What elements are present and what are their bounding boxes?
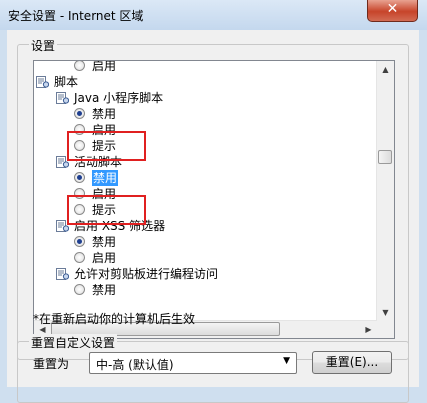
radio-button[interactable] — [74, 61, 85, 71]
reset-group-label: 重置自定义设置 — [29, 334, 118, 351]
tree-item-label: 启用 — [92, 60, 117, 73]
settings-tree[interactable]: 启用 脚本 Java 小程序脚本 禁用 启用 提示 活动脚本 禁用 启用 提示 启用 XSS 筛选器… — [33, 60, 395, 339]
close-button[interactable]: ✕ — [367, 0, 418, 22]
settings-icon — [56, 92, 70, 104]
scroll-up-icon[interactable]: ▲ — [377, 61, 394, 78]
dropdown-value: 中-高 (默认值) — [96, 358, 174, 372]
settings-icon — [36, 76, 50, 88]
window-title: 安全设置 - Internet 区域 — [8, 9, 144, 23]
tree-item-label: Java 小程序脚本 — [74, 91, 164, 105]
tree-item-label: 脚本 — [54, 75, 79, 89]
reset-to-label: 重置为 — [33, 357, 70, 371]
radio-button[interactable] — [74, 252, 85, 263]
annotation-box-java-disable — [67, 131, 146, 161]
scroll-down-icon[interactable]: ▼ — [377, 304, 394, 321]
settings-group-label: 设置 — [29, 37, 58, 54]
reset-button[interactable]: 重置(E)... — [312, 351, 392, 374]
restart-note: *在重新启动你的计算机后生效 — [33, 312, 196, 326]
tree-item-label: 禁用 — [92, 170, 119, 186]
annotation-box-active-disable — [67, 195, 146, 225]
tree-item-label: 启用 — [92, 251, 117, 265]
tree-item-label: 允许对剪贴板进行编程访问 — [74, 267, 219, 281]
tree-item-label: 禁用 — [92, 235, 117, 249]
vertical-scroll-thumb[interactable] — [378, 150, 392, 164]
radio-button[interactable] — [74, 284, 85, 295]
radio-button[interactable] — [74, 108, 85, 119]
tree-item-label: 禁用 — [92, 283, 117, 297]
title-bar: 安全设置 - Internet 区域 ✕ — [0, 0, 427, 30]
dialog-body: 设置 启用 脚本 Java 小程序脚本 禁用 启用 提示 活动脚本 禁用 启用 提示 启用 XSS … — [7, 30, 419, 403]
radio-button[interactable] — [74, 236, 85, 247]
scroll-right-icon[interactable]: ▶ — [360, 321, 377, 338]
tree-item-label: 禁用 — [92, 107, 117, 121]
radio-button[interactable] — [74, 172, 85, 183]
reset-level-dropdown[interactable]: 中-高 (默认值) ▼ — [89, 352, 297, 374]
settings-icon — [56, 268, 70, 280]
scroll-corner — [377, 321, 394, 338]
vertical-scrollbar[interactable]: ▲ ▼ — [376, 61, 394, 321]
chevron-down-icon: ▼ — [283, 356, 290, 366]
